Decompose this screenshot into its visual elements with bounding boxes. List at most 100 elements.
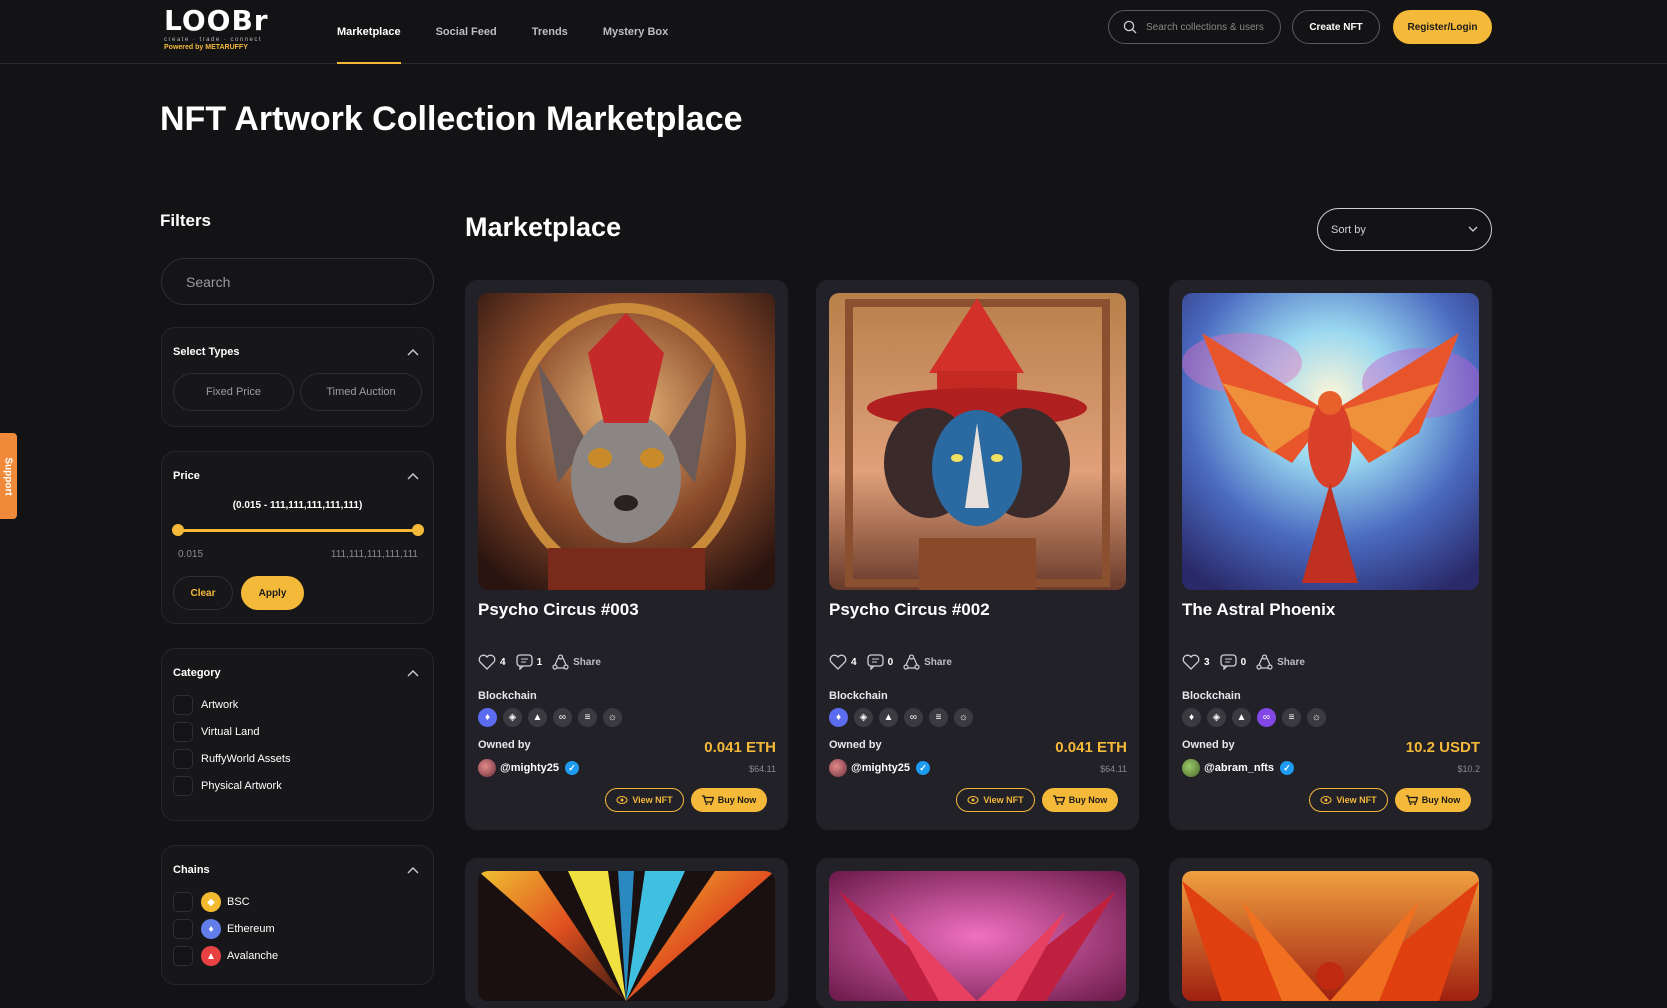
nft-card[interactable] [1169,858,1492,1008]
price-range-text: (0.015 - 111,111,111,111,111) [232,500,363,511]
nft-image[interactable] [1182,871,1479,1001]
category-option-ruffyworld-assets[interactable]: RuffyWorld Assets [173,749,290,769]
global-search-input[interactable] [1144,20,1274,34]
nft-image[interactable] [478,293,775,590]
chevron-up-icon[interactable] [407,669,419,677]
heart-icon[interactable] [829,654,847,670]
heart-icon[interactable] [478,654,496,670]
price-apply-button[interactable]: Apply [241,576,304,610]
share-button[interactable]: Share [903,654,952,670]
price-slider-max-handle[interactable] [412,524,424,536]
like-stat[interactable]: 3 [1182,654,1210,670]
brand-logo[interactable]: LOOBr create · trade · connect Powered b… [164,4,269,54]
nft-card[interactable]: Psycho Circus #003 4 1 Share Blockchain … [465,280,788,830]
checkbox[interactable] [173,776,193,796]
price-slider-track[interactable] [178,529,418,532]
nft-card[interactable]: The Astral Phoenix 3 0 Share Blockchain … [1169,280,1492,830]
nft-price: 0.041 ETH [704,739,776,756]
checkbox[interactable] [173,919,193,939]
logo-tagline: create · trade · connect [164,37,263,43]
type-timed-auction-button[interactable]: Timed Auction [300,373,422,411]
verified-icon: ✓ [565,761,580,775]
category-option-artwork[interactable]: Artwork [173,695,238,715]
share-button[interactable]: Share [552,654,601,670]
nft-name[interactable]: Psycho Circus #002 [829,600,990,620]
owner-username[interactable]: @mighty25 [500,762,559,774]
chevron-up-icon[interactable] [407,472,419,480]
nft-name[interactable]: The Astral Phoenix [1182,600,1335,620]
like-count: 4 [851,656,857,668]
chain-option-avalanche[interactable]: ▲ Avalanche [173,946,278,966]
chain-option-ethereum[interactable]: ♦ Ethereum [173,919,275,939]
nft-stats: 4 1 Share [478,654,611,670]
nft-name[interactable]: Psycho Circus #003 [478,600,639,620]
owner[interactable]: @mighty25 ✓ [478,759,580,777]
sort-by-select[interactable]: Sort by [1317,208,1492,251]
filter-search[interactable] [161,258,434,305]
buy-now-label: Buy Now [1421,795,1461,805]
chevron-up-icon[interactable] [407,866,419,874]
buy-now-button[interactable]: Buy Now [1395,788,1471,812]
solana-icon: ≡ [929,708,948,727]
nav-marketplace[interactable]: Marketplace [337,0,401,64]
type-fixed-price-button[interactable]: Fixed Price [173,373,294,411]
avalanche-icon: ▲ [1232,708,1251,727]
comment-stat[interactable]: 0 [1219,654,1246,670]
global-search[interactable] [1108,10,1281,44]
nav-mystery-box[interactable]: Mystery Box [603,0,668,64]
like-stat[interactable]: 4 [478,654,506,670]
checkbox[interactable] [173,749,193,769]
filter-search-input[interactable] [184,272,404,291]
price-min-label: 0.015 [178,549,204,560]
share-button[interactable]: Share [1256,654,1305,670]
owner-username[interactable]: @abram_nfts [1204,762,1274,774]
comment-icon[interactable] [515,654,533,670]
create-nft-button[interactable]: Create NFT [1292,10,1380,44]
logo-wordmark: LOOBr [164,4,269,37]
checkbox[interactable] [173,722,193,742]
owner[interactable]: @mighty25 ✓ [829,759,931,777]
chevron-up-icon[interactable] [407,348,419,356]
chains-panel: Chains ◆ BSC ♦ Ethereum ▲ Avalanche [161,845,434,985]
category-option-physical-artwork[interactable]: Physical Artwork [173,776,282,796]
price-slider-min-handle[interactable] [172,524,184,536]
nft-image[interactable] [829,871,1126,1001]
view-nft-button[interactable]: View NFT [1309,788,1388,812]
cart-icon [701,795,714,805]
view-nft-button[interactable]: View NFT [956,788,1035,812]
comment-icon[interactable] [866,654,884,670]
nft-stats: 4 0 Share [829,654,962,670]
logo-powered-by: Powered by METARUFFY [164,44,248,51]
heart-icon[interactable] [1182,654,1200,670]
owned-by-label: Owned by [1182,739,1235,751]
view-nft-button[interactable]: View NFT [605,788,684,812]
nft-image[interactable] [829,293,1126,590]
nav-trends[interactable]: Trends [532,0,568,64]
owner-username[interactable]: @mighty25 [851,762,910,774]
nft-card[interactable]: Psycho Circus #002 4 0 Share Blockchain … [816,280,1139,830]
comment-icon[interactable] [1219,654,1237,670]
buy-now-button[interactable]: Buy Now [691,788,767,812]
category-option-virtual-land[interactable]: Virtual Land [173,722,260,742]
checkbox[interactable] [173,695,193,715]
support-tab[interactable]: Support [0,433,17,519]
solana-icon: ≡ [578,708,597,727]
solana-icon: ≡ [1282,708,1301,727]
buy-now-button[interactable]: Buy Now [1042,788,1118,812]
nft-card[interactable] [816,858,1139,1008]
comment-count: 1 [536,656,543,668]
price-clear-button[interactable]: Clear [173,576,233,610]
ethereum-icon: ♦ [201,919,221,939]
comment-stat[interactable]: 1 [515,654,543,670]
nft-image[interactable] [1182,293,1479,590]
like-stat[interactable]: 4 [829,654,857,670]
register-login-button[interactable]: Register/Login [1393,10,1492,44]
nft-image[interactable] [478,871,775,1001]
checkbox[interactable] [173,946,193,966]
nft-card[interactable] [465,858,788,1008]
checkbox[interactable] [173,892,193,912]
chain-option-bsc[interactable]: ◆ BSC [173,892,250,912]
comment-stat[interactable]: 0 [866,654,893,670]
nav-social-feed[interactable]: Social Feed [436,0,497,64]
owner[interactable]: @abram_nfts ✓ [1182,759,1295,777]
